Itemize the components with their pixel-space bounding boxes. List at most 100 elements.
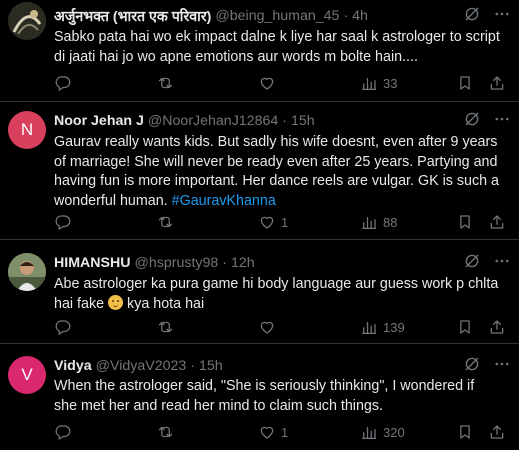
user-handle[interactable]: @NoorJehanJ12864	[148, 113, 278, 129]
tweet[interactable]: N Noor Jehan J @NoorJehanJ12864 · 15h Ga…	[0, 102, 519, 240]
more-icon[interactable]	[493, 355, 511, 377]
more-icon[interactable]	[493, 5, 511, 27]
user-handle[interactable]: @VidyaV2023	[96, 358, 187, 374]
thinking-face-icon	[108, 294, 124, 310]
retweet-button[interactable]	[156, 73, 180, 93]
display-name[interactable]: Noor Jehan J	[54, 113, 144, 129]
grok-icon[interactable]	[463, 110, 481, 132]
reply-icon	[55, 215, 71, 230]
view-count: 88	[383, 214, 398, 230]
display-name[interactable]: HIMANSHU	[54, 255, 130, 271]
reply-button[interactable]	[54, 73, 77, 93]
retweet-icon	[158, 77, 173, 89]
like-count: 1	[281, 424, 289, 440]
timestamp[interactable]: 15h	[291, 113, 315, 129]
views-icon	[361, 426, 377, 440]
retweet-button[interactable]	[156, 317, 180, 337]
hashtag-link[interactable]: #GauravKhanna	[172, 193, 276, 209]
bookmark-icon	[460, 76, 470, 90]
avatar-initial: V	[21, 365, 33, 384]
separator-dot: ·	[282, 113, 287, 129]
like-button[interactable]: 1	[258, 422, 288, 442]
user-handle[interactable]: @being_human_45	[215, 8, 339, 24]
tweet-text: Gaurav really wants kids. But sadly his …	[54, 134, 500, 209]
separator-dot: ·	[190, 358, 196, 374]
reply-button[interactable]	[54, 422, 77, 442]
tweet[interactable]: अर्जुनभक्त (भारत एक परिवार) @being_human…	[0, 0, 519, 102]
view-count: 139	[383, 319, 405, 335]
like-button[interactable]	[258, 317, 281, 337]
avatar[interactable]: V	[8, 356, 46, 394]
tweet-text: Sabko pata hai wo ek impact dalne k liye…	[54, 29, 500, 65]
share-icon	[490, 425, 504, 439]
tweet-header: Vidya @VidyaV2023 · 15h	[54, 356, 511, 376]
tweet-header: अर्जुनभक्त (भारत एक परिवार) @being_human…	[54, 6, 511, 26]
tweet[interactable]: HIMANSHU @hsprusty98 · 12h Abe astrologe…	[0, 240, 519, 344]
like-button[interactable]	[258, 73, 281, 93]
like-icon	[260, 321, 274, 334]
separator-dot: ·	[343, 8, 349, 24]
bookmark-icon	[460, 215, 470, 229]
grok-icon[interactable]	[463, 355, 481, 377]
view-count: 320	[383, 424, 405, 440]
views-button[interactable]: 139	[360, 317, 405, 337]
timestamp[interactable]: 15h	[199, 358, 223, 374]
like-icon	[260, 426, 274, 439]
avatar-initial: N	[20, 120, 34, 139]
reply-icon	[55, 320, 71, 335]
share-button[interactable]	[488, 422, 506, 442]
share-button[interactable]	[488, 212, 506, 232]
avatar-image	[8, 2, 46, 40]
tweet-header: Noor Jehan J @NoorJehanJ12864 · 15h	[54, 111, 511, 131]
action-bar: 139	[54, 317, 504, 337]
display-name[interactable]: अर्जुनभक्त (भारत एक परिवार)	[54, 7, 211, 26]
user-handle[interactable]: @hsprusty98	[134, 255, 218, 271]
avatar-image	[8, 253, 46, 291]
more-icon[interactable]	[493, 110, 511, 132]
timestamp[interactable]: 4h	[352, 8, 368, 24]
reply-icon	[55, 425, 71, 440]
share-icon	[490, 215, 504, 229]
more-icon[interactable]	[493, 252, 511, 274]
separator-dot: ·	[222, 255, 227, 271]
reply-icon	[55, 76, 71, 91]
display-name[interactable]: Vidya	[54, 358, 92, 374]
like-count: 1	[281, 214, 289, 230]
retweet-icon	[158, 216, 173, 228]
retweet-icon	[158, 321, 173, 333]
like-icon	[260, 77, 274, 90]
tweet-text: Abe astrologer ka pura game hi body lang…	[54, 276, 499, 312]
views-icon	[361, 321, 377, 335]
bookmark-button[interactable]	[456, 212, 474, 232]
reply-feed: अर्जुनभक्त (भारत एक परिवार) @being_human…	[0, 0, 519, 450]
views-button[interactable]: 320	[360, 422, 405, 442]
like-button[interactable]: 1	[258, 212, 288, 232]
action-bar: 1 88	[54, 212, 504, 232]
views-icon	[361, 77, 377, 91]
views-button[interactable]: 88	[360, 212, 397, 232]
bookmark-button[interactable]	[456, 317, 474, 337]
tweet-text: When the astrologer said, "She is seriou…	[54, 378, 475, 414]
retweet-button[interactable]	[156, 422, 180, 442]
views-icon	[361, 216, 377, 230]
action-bar: 33	[54, 73, 504, 93]
share-button[interactable]	[488, 317, 506, 337]
reply-button[interactable]	[54, 317, 77, 337]
avatar[interactable]	[8, 2, 46, 40]
action-bar: 1 320	[54, 422, 504, 442]
share-button[interactable]	[488, 73, 506, 93]
share-icon	[490, 76, 504, 90]
avatar[interactable]: N	[8, 111, 46, 149]
grok-icon[interactable]	[463, 5, 481, 27]
bookmark-icon	[460, 425, 470, 439]
avatar[interactable]	[8, 253, 46, 291]
tweet[interactable]: V Vidya @VidyaV2023 · 15h When the astro…	[0, 344, 519, 450]
views-button[interactable]: 33	[360, 73, 397, 93]
bookmark-button[interactable]	[456, 422, 474, 442]
tweet-header: HIMANSHU @hsprusty98 · 12h	[54, 253, 511, 273]
bookmark-button[interactable]	[456, 73, 474, 93]
reply-button[interactable]	[54, 212, 77, 232]
retweet-button[interactable]	[156, 212, 180, 232]
grok-icon[interactable]	[463, 252, 481, 274]
timestamp[interactable]: 12h	[231, 255, 255, 271]
